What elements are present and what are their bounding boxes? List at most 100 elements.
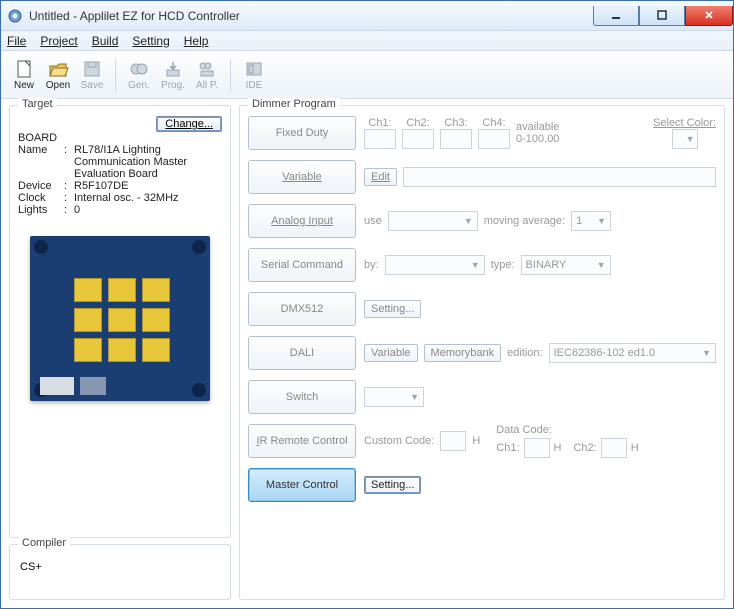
minimize-button[interactable] bbox=[593, 6, 639, 26]
compiler-legend: Compiler bbox=[18, 537, 70, 549]
gen-icon bbox=[128, 58, 150, 80]
master-setting-button[interactable]: Setting... bbox=[364, 476, 421, 494]
data-code-label: Data Code: bbox=[496, 424, 638, 436]
ir-fields: Custom Code: H Data Code: Ch1: H Ch2: bbox=[364, 424, 716, 458]
target-legend: Target bbox=[18, 98, 57, 110]
range-label: 0-100.00 bbox=[516, 133, 559, 145]
row-analog: Analog Input use ▼ moving average: 1▼ bbox=[248, 204, 716, 238]
color-picker[interactable]: ▼ bbox=[672, 129, 698, 149]
name-label: Name bbox=[18, 144, 64, 180]
memorybank-button[interactable]: Memorybank bbox=[424, 344, 502, 362]
board-header: BOARD bbox=[18, 132, 222, 144]
dali-variable-button[interactable]: Variable bbox=[364, 344, 418, 362]
moving-avg-select[interactable]: 1▼ bbox=[571, 211, 611, 231]
edition-select[interactable]: IEC62386-102 ed1.0▼ bbox=[549, 343, 716, 363]
allp-icon bbox=[196, 58, 218, 80]
h2: H bbox=[554, 442, 562, 454]
master-control-button[interactable]: Master Control bbox=[248, 468, 356, 502]
save-button: Save bbox=[75, 56, 109, 93]
dc-ch1-input[interactable] bbox=[524, 438, 550, 458]
menu-project[interactable]: Project bbox=[40, 34, 77, 48]
variable-button[interactable]: Variable bbox=[248, 160, 356, 194]
save-icon bbox=[81, 58, 103, 80]
gen-label: Gen. bbox=[128, 80, 150, 91]
ch1-input[interactable] bbox=[364, 129, 396, 149]
ch4-label: Ch4: bbox=[482, 117, 505, 129]
edition-label: edition: bbox=[507, 347, 542, 359]
prog-label: Prog. bbox=[161, 80, 185, 91]
gen-button: Gen. bbox=[122, 56, 156, 93]
ch1-label: Ch1: bbox=[368, 117, 391, 129]
clock-label: Clock bbox=[18, 192, 64, 204]
serial-command-button[interactable]: Serial Command bbox=[248, 248, 356, 282]
menu-setting[interactable]: Setting bbox=[132, 34, 169, 48]
toolbar: New Open Save Gen. Prog. All P. IDE bbox=[1, 51, 733, 99]
switch-button[interactable]: Switch bbox=[248, 380, 356, 414]
left-column: Target Change... BOARD Name:RL78/I1A Lig… bbox=[9, 105, 231, 600]
dali-button[interactable]: DALI bbox=[248, 336, 356, 370]
moving-avg-label: moving average: bbox=[484, 215, 565, 227]
name-value: RL78/I1A Lighting Communication Master E… bbox=[74, 144, 222, 180]
open-button[interactable]: Open bbox=[41, 56, 75, 93]
h3: H bbox=[631, 442, 639, 454]
by-label: by: bbox=[364, 259, 379, 271]
client-area: Target Change... BOARD Name:RL78/I1A Lig… bbox=[1, 99, 733, 608]
dc-ch1-label: Ch1: bbox=[496, 442, 519, 454]
use-label: use bbox=[364, 215, 382, 227]
type-select[interactable]: BINARY▼ bbox=[521, 255, 611, 275]
dc-ch2-label: Ch2: bbox=[573, 442, 596, 454]
fixed-duty-fields: Ch1: Ch2: Ch3: Ch4: available0-100.00 Se… bbox=[364, 117, 716, 149]
ch2-input[interactable] bbox=[402, 129, 434, 149]
device-value: R5F107DE bbox=[74, 180, 128, 192]
row-switch: Switch ▼ bbox=[248, 380, 716, 414]
ch3-input[interactable] bbox=[440, 129, 472, 149]
open-icon bbox=[47, 58, 69, 80]
dc-ch2-input[interactable] bbox=[601, 438, 627, 458]
dimmer-program-group: Dimmer Program Fixed Duty Ch1: Ch2: Ch3:… bbox=[239, 105, 725, 600]
dmx-setting-button[interactable]: Setting... bbox=[364, 300, 421, 318]
new-button[interactable]: New bbox=[7, 56, 41, 93]
maximize-button[interactable] bbox=[639, 6, 685, 26]
change-button[interactable]: Change... bbox=[156, 116, 222, 132]
ide-button: IDE bbox=[237, 56, 271, 93]
row-master: Master Control Setting... bbox=[248, 468, 716, 502]
row-ir: IR Remote Control Custom Code: H Data Co… bbox=[248, 424, 716, 458]
dmx512-button[interactable]: DMX512 bbox=[248, 292, 356, 326]
ir-remote-button[interactable]: IR Remote Control bbox=[248, 424, 356, 458]
ide-label: IDE bbox=[246, 80, 263, 91]
menu-file[interactable]: File bbox=[7, 34, 26, 48]
custom-code-label: Custom Code: bbox=[364, 435, 434, 447]
compiler-value: CS+ bbox=[18, 555, 222, 591]
save-label: Save bbox=[81, 80, 104, 91]
clock-value: Internal osc. - 32MHz bbox=[74, 192, 179, 204]
select-color-label: Select Color: bbox=[653, 117, 716, 129]
prog-button: Prog. bbox=[156, 56, 190, 93]
target-group: Target Change... BOARD Name:RL78/I1A Lig… bbox=[9, 105, 231, 538]
menu-build[interactable]: Build bbox=[92, 34, 119, 48]
variable-input[interactable] bbox=[403, 167, 716, 187]
dmx512-fields: Setting... bbox=[364, 300, 716, 318]
use-select[interactable]: ▼ bbox=[388, 211, 478, 231]
menu-help[interactable]: Help bbox=[184, 34, 209, 48]
type-label: type: bbox=[491, 259, 515, 271]
target-body: BOARD Name:RL78/I1A Lighting Communicati… bbox=[18, 132, 222, 401]
new-icon bbox=[13, 58, 35, 80]
switch-select[interactable]: ▼ bbox=[364, 387, 424, 407]
edit-button[interactable]: Edit bbox=[364, 168, 397, 186]
by-select[interactable]: ▼ bbox=[385, 255, 485, 275]
ide-icon bbox=[243, 58, 265, 80]
master-fields: Setting... bbox=[364, 476, 716, 494]
fixed-duty-button[interactable]: Fixed Duty bbox=[248, 116, 356, 150]
window-title: Untitled - Applilet EZ for HCD Controlle… bbox=[29, 9, 240, 23]
analog-input-button[interactable]: Analog Input bbox=[248, 204, 356, 238]
ch4-input[interactable] bbox=[478, 129, 510, 149]
variable-fields: Edit bbox=[364, 167, 716, 187]
device-label: Device bbox=[18, 180, 64, 192]
board-image bbox=[30, 236, 210, 401]
close-button[interactable] bbox=[685, 6, 733, 26]
allp-button: All P. bbox=[190, 56, 224, 93]
prog-icon bbox=[162, 58, 184, 80]
row-serial: Serial Command by: ▼ type: BINARY▼ bbox=[248, 248, 716, 282]
custom-code-input[interactable] bbox=[440, 431, 466, 451]
right-column: Dimmer Program Fixed Duty Ch1: Ch2: Ch3:… bbox=[239, 105, 725, 600]
